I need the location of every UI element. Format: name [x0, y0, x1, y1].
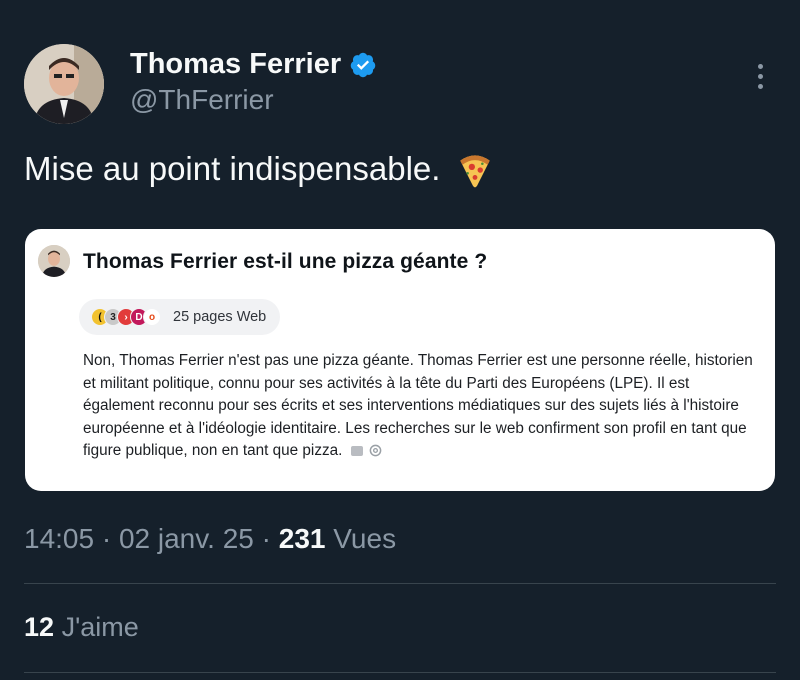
source-favicon-icons: ( 3 › D o	[91, 308, 161, 326]
tweet-time[interactable]: 14:05	[24, 523, 94, 554]
answer-text: Non, Thomas Ferrier n'est pas une pizza …	[83, 352, 753, 459]
web-citation-icon[interactable]	[369, 444, 382, 457]
tweet-meta: 14:05 · 02 janv. 25 · 231 Vues	[24, 523, 396, 555]
card-avatar-photo	[38, 245, 70, 277]
likes-link[interactable]: 12 J'aime	[24, 612, 139, 643]
favicon-5-icon: o	[143, 308, 161, 326]
divider	[24, 583, 776, 584]
card-avatar	[38, 245, 70, 277]
sources-count-label: 25 pages Web	[173, 309, 267, 325]
pizza-emoji-icon	[460, 155, 491, 188]
meta-separator: ·	[261, 523, 271, 554]
image-citation-icon[interactable]	[350, 445, 363, 456]
author-display-name[interactable]: Thomas Ferrier	[130, 48, 341, 81]
meta-separator: ·	[101, 523, 112, 554]
author-handle[interactable]: @ThFerrier	[130, 84, 274, 116]
tweet-date[interactable]: 02 janv. 25	[119, 523, 254, 554]
answer-citation-icons	[350, 444, 382, 457]
tweet-text-content: Mise au point indispensable.	[24, 150, 441, 187]
likes-label: J'aime	[61, 612, 139, 642]
likes-count: 12	[24, 612, 55, 642]
sources-chip[interactable]: ( 3 › D o 25 pages Web	[79, 299, 281, 335]
views-label: Vues	[333, 523, 397, 554]
embedded-screenshot-card[interactable]: Thomas Ferrier est-il une pizza géante ?…	[25, 229, 775, 491]
author-avatar[interactable]	[24, 44, 104, 124]
card-question-title: Thomas Ferrier est-il une pizza géante ?	[83, 250, 488, 273]
author-photo	[24, 44, 104, 124]
views-count: 231	[278, 523, 326, 554]
divider	[24, 672, 776, 673]
tweet-text: Mise au point indispensable.	[24, 148, 496, 190]
author-name-row[interactable]: Thomas Ferrier	[130, 48, 377, 81]
verified-badge-icon	[350, 52, 376, 77]
more-options-icon[interactable]	[750, 64, 770, 94]
answer-paragraph: Non, Thomas Ferrier n'est pas une pizza …	[83, 350, 753, 463]
